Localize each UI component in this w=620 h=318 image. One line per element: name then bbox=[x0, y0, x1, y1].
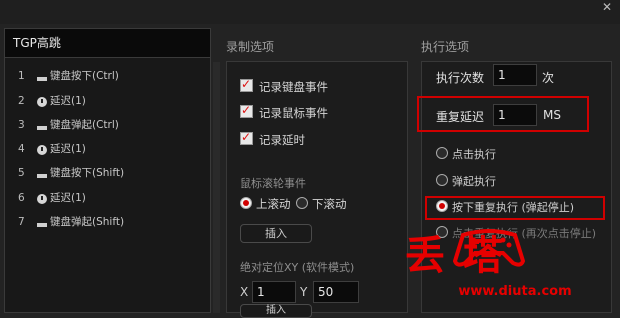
step-text: 键盘按下(Ctrl) bbox=[50, 70, 119, 82]
radio-icon bbox=[436, 174, 448, 186]
step-number: 1 bbox=[18, 70, 25, 82]
abs-position-label: 绝对定位XY (软件模式) bbox=[240, 261, 355, 274]
checkbox-label: 记录鼠标事件 bbox=[259, 106, 328, 120]
title-bar bbox=[0, 0, 620, 24]
checkbox-checked-icon bbox=[240, 101, 253, 119]
step-row[interactable]: 2 延迟(1) bbox=[18, 92, 208, 110]
mode-press-repeat-radio[interactable]: 按下重复执行 (弹起停止) bbox=[436, 199, 574, 217]
record-keyboard-checkbox[interactable]: 记录键盘事件 bbox=[240, 75, 328, 96]
step-number: 3 bbox=[18, 119, 25, 131]
step-row[interactable]: 1 键盘按下(Ctrl) bbox=[18, 67, 208, 85]
step-row[interactable]: 3 键盘弹起(Ctrl) bbox=[18, 116, 208, 134]
checkbox-label: 记录键盘事件 bbox=[259, 80, 328, 94]
keyboard-icon bbox=[34, 165, 50, 183]
keyboard-icon bbox=[34, 117, 50, 135]
radio-label: 下滚动 bbox=[312, 197, 347, 211]
y-input[interactable]: 50 bbox=[313, 281, 359, 303]
step-row[interactable]: 7 键盘弹起(Shift) bbox=[18, 213, 208, 231]
mode-release-radio[interactable]: 弹起执行 bbox=[436, 173, 496, 191]
macro-name-field[interactable]: TGP高跳 bbox=[4, 28, 211, 58]
radio-icon bbox=[296, 197, 308, 209]
watermark-logo: 丢 塔 bbox=[405, 223, 590, 279]
step-number: 5 bbox=[18, 167, 25, 179]
checkbox-checked-icon bbox=[240, 75, 253, 93]
radio-icon bbox=[436, 147, 448, 159]
record-delay-checkbox[interactable]: 记录延时 bbox=[240, 128, 305, 149]
checkbox-label: 记录延时 bbox=[259, 133, 305, 147]
gamepad-icon bbox=[453, 229, 525, 267]
clock-icon bbox=[34, 141, 50, 159]
checkbox-checked-icon bbox=[240, 128, 253, 146]
radio-label: 按下重复执行 (弹起停止) bbox=[452, 201, 575, 214]
radio-label: 点击执行 bbox=[452, 148, 496, 161]
wheel-event-label: 鼠标滚轮事件 bbox=[240, 177, 306, 190]
step-row[interactable]: 5 键盘按下(Shift) bbox=[18, 164, 208, 182]
step-row[interactable]: 6 延迟(1) bbox=[18, 189, 208, 207]
keyboard-icon bbox=[34, 214, 50, 232]
clock-icon bbox=[34, 93, 50, 111]
radio-label: 上滚动 bbox=[256, 197, 291, 211]
step-row[interactable]: 4 延迟(1) bbox=[18, 140, 208, 158]
mode-click-radio[interactable]: 点击执行 bbox=[436, 146, 496, 164]
repeat-delay-label: 重复延迟 bbox=[436, 110, 485, 124]
step-number: 6 bbox=[18, 192, 25, 204]
record-mouse-checkbox[interactable]: 记录鼠标事件 bbox=[240, 101, 328, 122]
step-text: 键盘按下(Shift) bbox=[50, 167, 125, 179]
wheel-up-radio[interactable]: 上滚动 bbox=[240, 196, 291, 212]
close-icon[interactable]: ✕ bbox=[600, 0, 614, 14]
step-number: 7 bbox=[18, 216, 25, 228]
keyboard-icon bbox=[34, 68, 50, 86]
radio-label: 弹起执行 bbox=[452, 175, 496, 188]
step-number: 2 bbox=[18, 95, 25, 107]
x-label: X bbox=[240, 285, 249, 299]
repeat-delay-unit: MS bbox=[543, 108, 561, 122]
insert-position-button[interactable]: 插入 bbox=[240, 304, 312, 318]
repeat-delay-input[interactable]: 1 bbox=[493, 104, 537, 126]
radio-selected-icon bbox=[436, 200, 448, 212]
wheel-down-radio[interactable]: 下滚动 bbox=[296, 196, 347, 212]
step-text: 延迟(1) bbox=[50, 95, 86, 107]
exec-count-label: 执行次数 bbox=[436, 71, 485, 85]
exec-count-unit: 次 bbox=[542, 71, 555, 85]
exec-count-input[interactable]: 1 bbox=[493, 64, 537, 86]
step-text: 延迟(1) bbox=[50, 143, 86, 155]
watermark-url: www.diuta.com bbox=[458, 284, 572, 299]
step-text: 键盘弹起(Shift) bbox=[50, 216, 125, 228]
steps-scrollbar[interactable] bbox=[213, 62, 220, 313]
exec-options-title: 执行选项 bbox=[421, 40, 470, 54]
radio-selected-icon bbox=[240, 197, 252, 209]
record-options-title: 录制选项 bbox=[226, 40, 275, 54]
clock-icon bbox=[34, 190, 50, 208]
x-input[interactable]: 1 bbox=[252, 281, 296, 303]
step-text: 延迟(1) bbox=[50, 192, 86, 204]
step-text: 键盘弹起(Ctrl) bbox=[50, 119, 119, 131]
insert-wheel-button[interactable]: 插入 bbox=[240, 224, 312, 243]
y-label: Y bbox=[300, 285, 308, 299]
step-number: 4 bbox=[18, 143, 25, 155]
